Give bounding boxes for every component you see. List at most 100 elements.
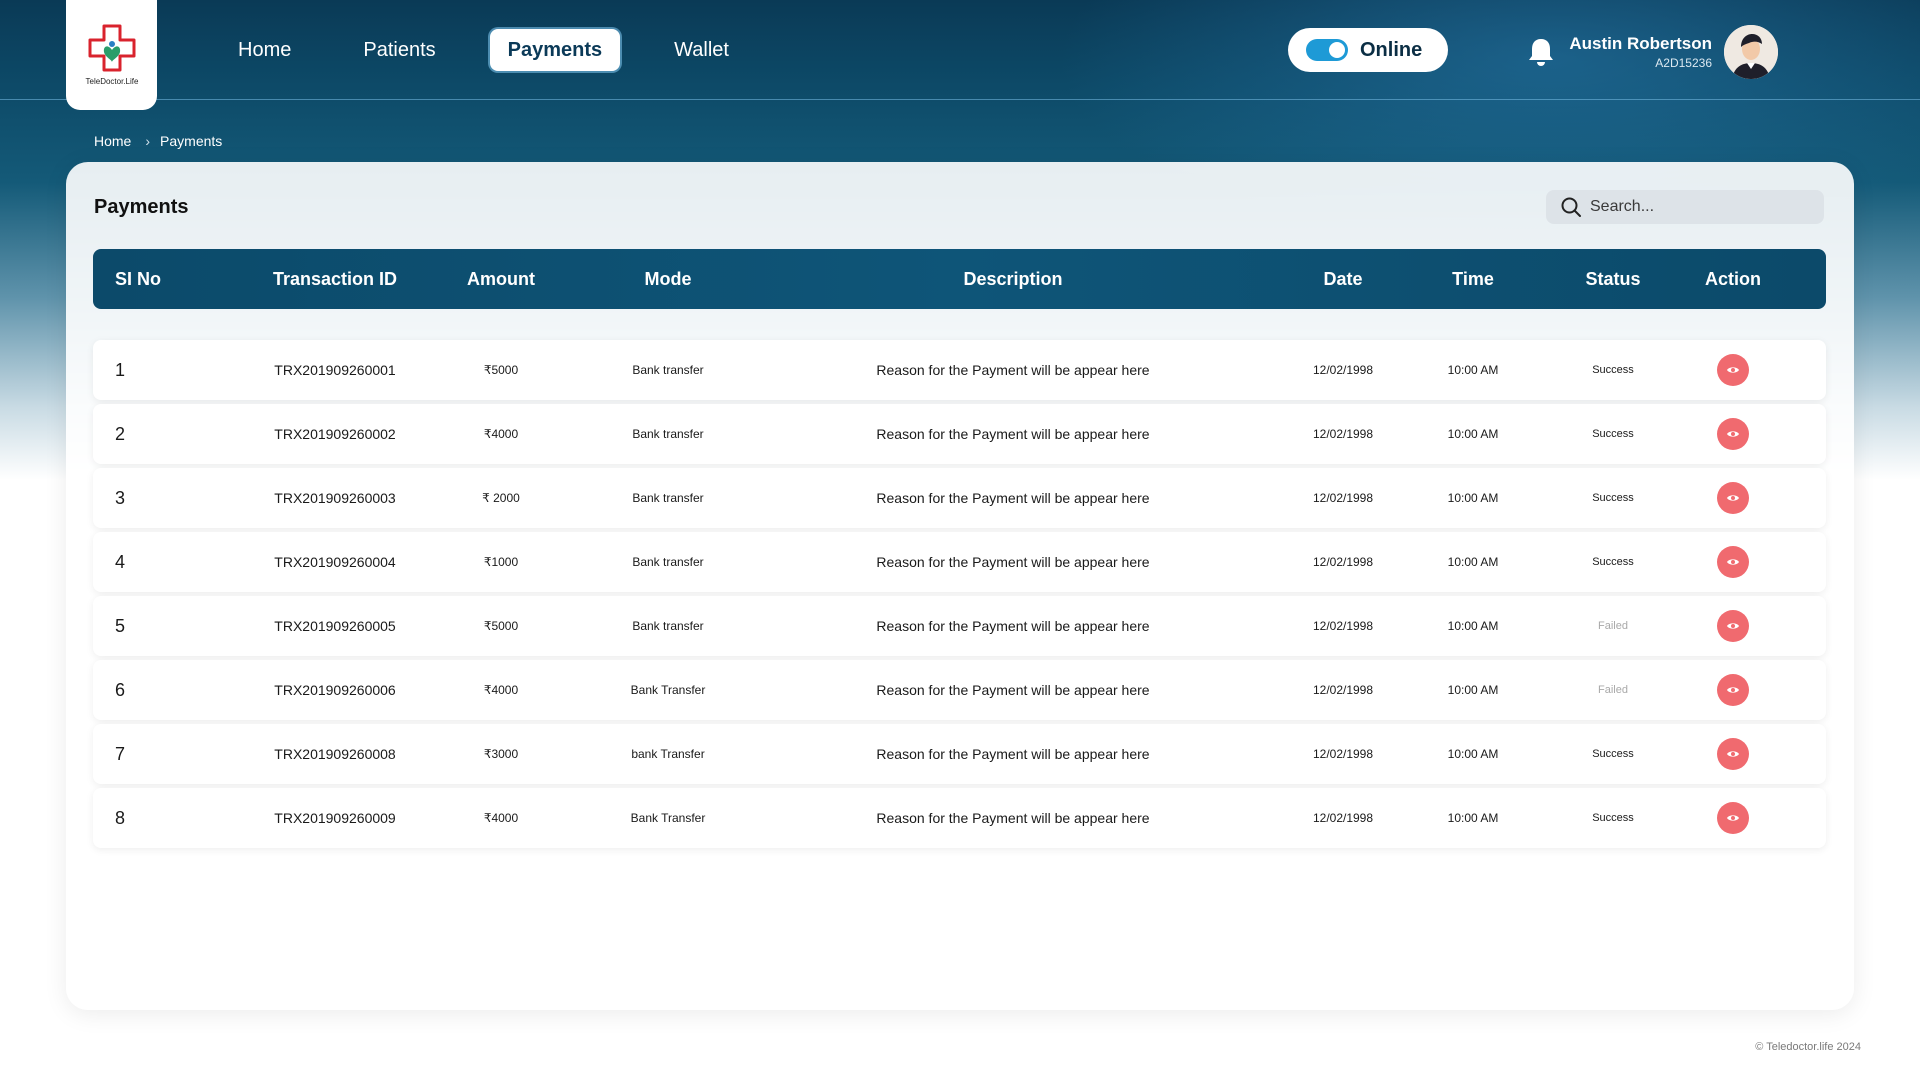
row-description: Reason for the Payment will be appear he…	[876, 490, 1150, 506]
row-time: 10:00 AM	[1447, 811, 1499, 825]
row-action	[1693, 660, 1773, 720]
row-amount: ₹4000	[483, 683, 519, 697]
logo-text: TeleDoctor.Life	[85, 77, 138, 86]
table-row: 3 TRX201909260003 ₹ 2000 Bank transfer Reaso…	[93, 468, 1826, 528]
table-row: 6 TRX201909260006 ₹4000 Bank Transfer Reason…	[93, 660, 1826, 720]
view-button[interactable]	[1717, 674, 1749, 706]
eye-icon	[1727, 367, 1739, 373]
row-transaction-id: TRX201909260008	[274, 746, 396, 762]
nav-home[interactable]: Home	[220, 29, 309, 71]
main-nav: Home Patients Payments Wallet	[220, 29, 783, 71]
row-mode: Bank Transfer	[630, 811, 706, 825]
table-header: SI No Transaction ID Amount Mode Descrip…	[93, 249, 1826, 309]
row-description: Reason for the Payment will be appear he…	[876, 746, 1150, 762]
header-transaction-id: Transaction ID	[272, 268, 398, 289]
row-time: 10:00 AM	[1447, 491, 1499, 505]
row-mode: Bank transfer	[632, 555, 704, 569]
table-row: 1 TRX201909260001 ₹5000 Bank transfer Reason…	[93, 340, 1826, 400]
row-date: 12/02/1998	[1312, 619, 1374, 633]
table-row: 4 TRX201909260004 ₹1000 Bank transfer Reason…	[93, 532, 1826, 592]
user-avatar-icon	[1724, 25, 1778, 79]
row-time: 10:00 AM	[1447, 619, 1499, 633]
header-mode: Mode	[644, 268, 692, 289]
breadcrumb-current: Payments	[160, 133, 223, 149]
row-status: Success	[1592, 556, 1634, 568]
breadcrumb-home[interactable]: Home	[94, 133, 131, 149]
row-amount: ₹1000	[483, 555, 519, 569]
row-status: Success	[1592, 364, 1634, 376]
row-status: Failed	[1598, 620, 1628, 632]
row-action	[1693, 724, 1773, 784]
view-button[interactable]	[1717, 802, 1749, 834]
row-transaction-id: TRX201909260001	[274, 362, 396, 378]
row-date: 12/02/1998	[1312, 491, 1374, 505]
view-button[interactable]	[1717, 738, 1749, 770]
search-box[interactable]	[1546, 190, 1824, 224]
header-time: Time	[1452, 268, 1494, 289]
table-row: 2 TRX201909260002 ₹4000 Bank transfer Reason…	[93, 404, 1826, 464]
view-button[interactable]	[1717, 610, 1749, 642]
chevron-right-icon: ›	[145, 133, 151, 149]
row-status: Success	[1592, 812, 1634, 824]
online-status-label: Online	[1360, 38, 1423, 61]
row-description: Reason for the Payment will be appear he…	[876, 426, 1150, 442]
online-status-toggle[interactable]: Online	[1288, 28, 1448, 72]
row-mode: Bank Transfer	[630, 683, 706, 697]
row-amount: ₹5000	[483, 363, 519, 377]
row-amount: ₹5000	[483, 619, 519, 633]
bell-icon[interactable]	[1526, 36, 1556, 68]
row-date: 12/02/1998	[1312, 363, 1374, 377]
avatar[interactable]	[1724, 25, 1778, 79]
eye-icon	[1727, 751, 1739, 757]
row-description: Reason for the Payment will be appear he…	[876, 682, 1150, 698]
app-logo[interactable]: TeleDoctor.Life	[66, 0, 157, 110]
row-mode: Bank transfer	[632, 427, 704, 441]
search-input[interactable]	[1590, 198, 1810, 216]
row-action	[1693, 596, 1773, 656]
view-button[interactable]	[1717, 546, 1749, 578]
nav-patients[interactable]: Patients	[345, 29, 453, 71]
header-action: Action	[1705, 268, 1761, 289]
row-description: Reason for the Payment will be appear he…	[876, 362, 1150, 378]
row-status: Success	[1592, 492, 1634, 504]
row-action	[1693, 340, 1773, 400]
toggle-switch[interactable]	[1306, 39, 1348, 61]
row-status: Success	[1592, 428, 1634, 440]
view-button[interactable]	[1717, 418, 1749, 450]
nav-payments[interactable]: Payments	[489, 29, 621, 71]
row-date: 12/02/1998	[1312, 683, 1374, 697]
row-mode: bank Transfer	[631, 747, 705, 761]
row-sl-no: 5	[115, 615, 126, 636]
row-sl-no: 3	[115, 487, 126, 508]
row-sl-no: 7	[115, 743, 126, 764]
view-button[interactable]	[1717, 354, 1749, 386]
header-amount: Amount	[467, 268, 535, 289]
user-id: A2D15236	[1655, 56, 1712, 70]
table-row: 7 TRX201909260008 ₹3000 bank Transfer Reason…	[93, 724, 1826, 784]
header-description: Description	[963, 268, 1063, 289]
row-amount: ₹ 2000	[482, 491, 520, 505]
view-button[interactable]	[1717, 482, 1749, 514]
row-transaction-id: TRX201909260002	[274, 426, 396, 442]
breadcrumb: Home › Payments	[94, 133, 222, 149]
row-date: 12/02/1998	[1312, 811, 1374, 825]
eye-icon	[1727, 815, 1739, 821]
row-date: 12/02/1998	[1312, 555, 1374, 569]
row-status: Success	[1592, 748, 1634, 760]
teledoctor-logo-icon: TeleDoctor.Life	[85, 24, 139, 86]
eye-icon	[1727, 623, 1739, 629]
row-date: 12/02/1998	[1312, 747, 1374, 761]
row-mode: Bank transfer	[632, 363, 704, 377]
payments-card: Payments SI No Transaction ID Amount Mod…	[66, 162, 1854, 1010]
row-time: 10:00 AM	[1447, 427, 1499, 441]
page-title: Payments	[94, 196, 189, 218]
row-mode: Bank transfer	[632, 491, 704, 505]
row-transaction-id: TRX201909260003	[274, 490, 396, 506]
nav-wallet[interactable]: Wallet	[656, 29, 747, 71]
eye-icon	[1727, 559, 1739, 565]
row-transaction-id: TRX201909260006	[274, 682, 396, 698]
toggle-knob	[1329, 42, 1345, 58]
top-navigation-bar: TeleDoctor.Life Home Patients Payments W…	[0, 0, 1920, 110]
eye-icon	[1727, 687, 1739, 693]
row-action	[1693, 788, 1773, 848]
